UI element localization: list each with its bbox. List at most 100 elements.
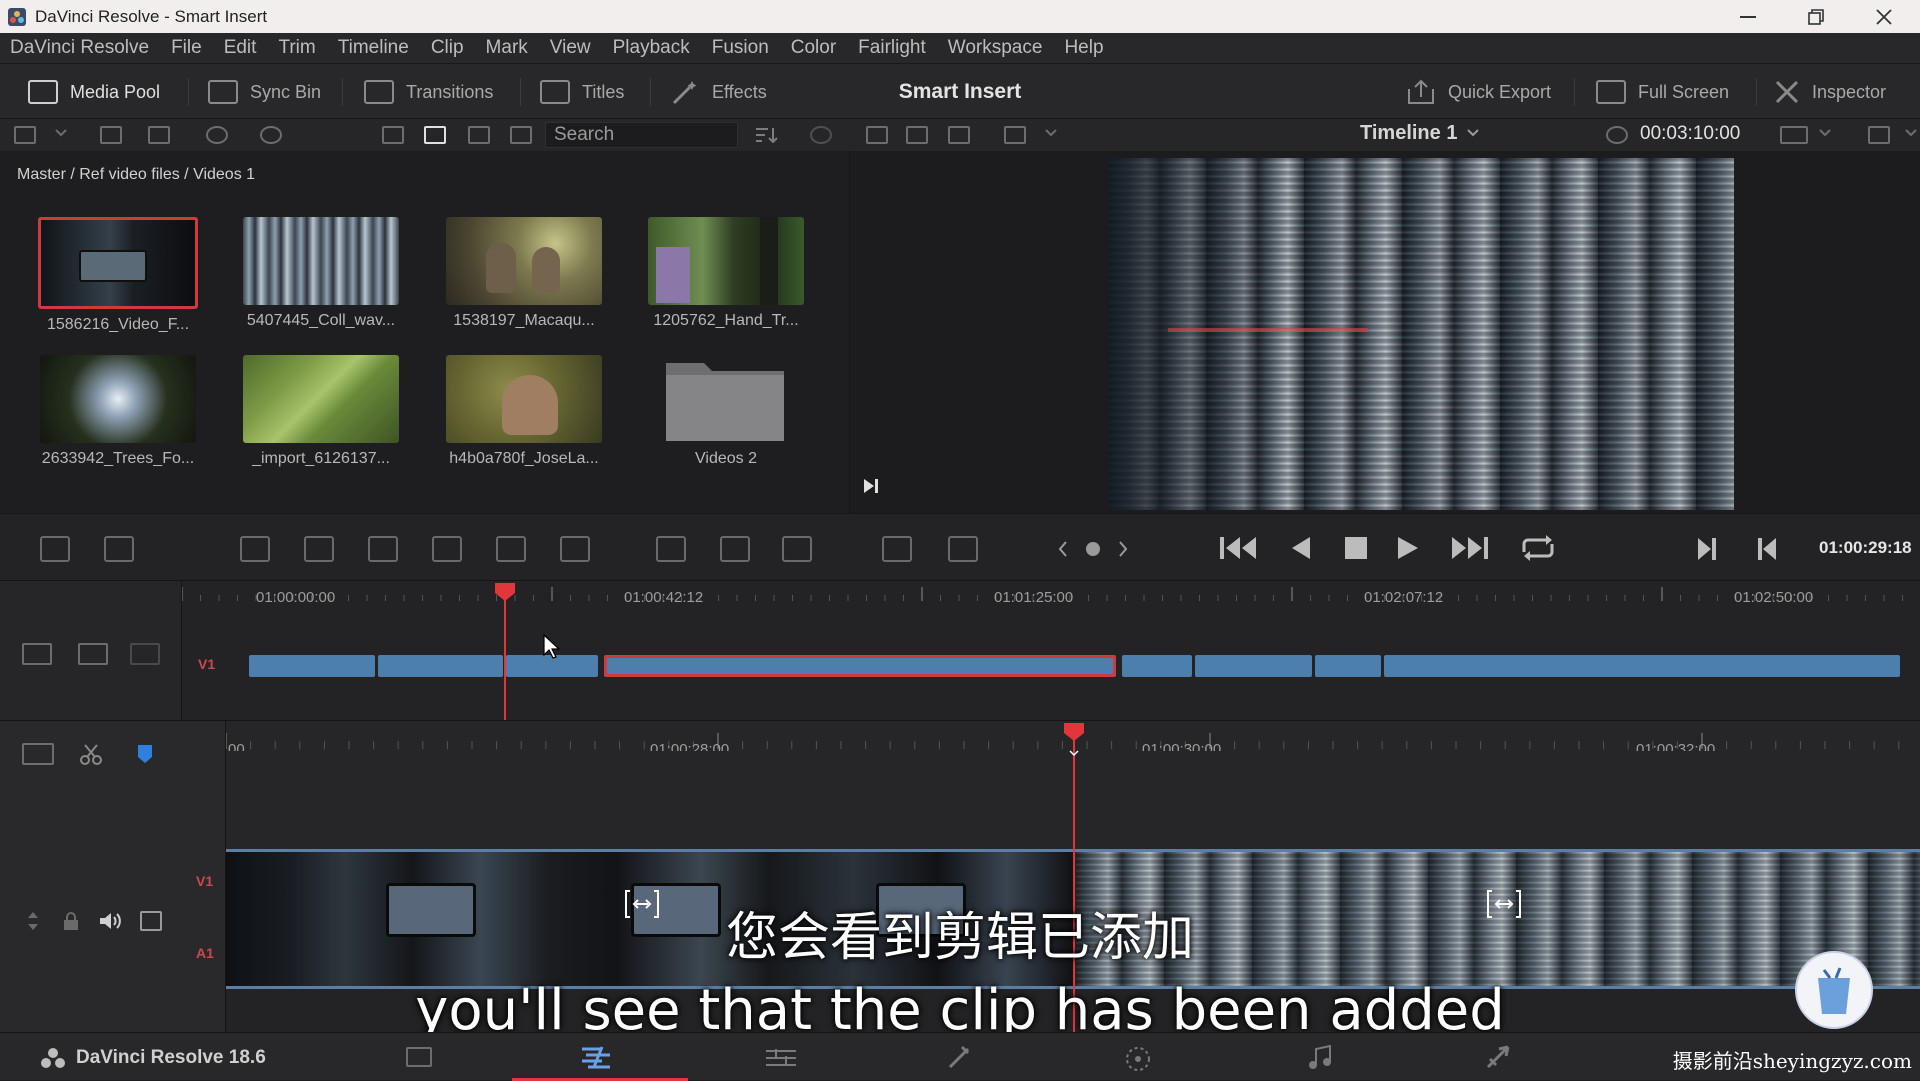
clip-thumbnail[interactable]: 2633942_Trees_Fo... bbox=[28, 355, 208, 468]
quick-export-button[interactable]: Quick Export bbox=[1406, 64, 1551, 120]
clip-thumbnail[interactable]: _import_6126137... bbox=[231, 355, 411, 468]
close-button[interactable] bbox=[1850, 0, 1918, 33]
loop-icon[interactable] bbox=[1518, 534, 1558, 562]
menu-fairlight[interactable]: Fairlight bbox=[847, 37, 937, 59]
menu-file[interactable]: File bbox=[160, 37, 213, 59]
metadata-view-icon[interactable] bbox=[382, 126, 404, 144]
transitions-button[interactable]: Transitions bbox=[364, 64, 493, 120]
upper-timeline-track[interactable]: 01:00:00:00 01:00:42:12 01:01:25:00 01:0… bbox=[182, 581, 1920, 720]
breadcrumb[interactable]: Master / Ref video files / Videos 1 bbox=[17, 166, 255, 184]
go-to-start-icon[interactable] bbox=[1218, 534, 1260, 562]
fairlight-page-icon[interactable] bbox=[1308, 1045, 1332, 1071]
menu-mark[interactable]: Mark bbox=[475, 37, 539, 59]
play-reverse-icon[interactable] bbox=[1290, 534, 1312, 562]
menu-help[interactable]: Help bbox=[1053, 37, 1114, 59]
sync-bin-button[interactable]: Sync Bin bbox=[208, 64, 321, 120]
clip-thumbnail[interactable]: h4b0a780f_JoseLa... bbox=[434, 355, 614, 468]
flag-marker-icon[interactable] bbox=[136, 743, 154, 765]
timeline-clip[interactable] bbox=[249, 655, 375, 677]
sort-icon[interactable] bbox=[754, 126, 778, 144]
fast-review-icon[interactable] bbox=[882, 536, 912, 562]
menu-playback[interactable]: Playback bbox=[602, 37, 701, 59]
minimize-button[interactable] bbox=[1714, 0, 1782, 33]
menu-trim[interactable]: Trim bbox=[267, 37, 326, 59]
split-clip-icon[interactable] bbox=[656, 536, 686, 562]
source-viewer-icon[interactable] bbox=[866, 126, 888, 144]
mark-in-prev-icon[interactable] bbox=[1756, 536, 1778, 562]
timeline-clip[interactable] bbox=[1384, 655, 1900, 677]
inserted-timeline-clip[interactable] bbox=[604, 655, 1116, 677]
folder-item[interactable]: Videos 2 bbox=[636, 355, 816, 468]
viewer-size-icon[interactable] bbox=[1004, 126, 1026, 144]
chevron-down-icon[interactable] bbox=[54, 126, 68, 144]
menu-fusion[interactable]: Fusion bbox=[701, 37, 780, 59]
cut-page-tab[interactable] bbox=[512, 1033, 688, 1081]
restore-button[interactable] bbox=[1782, 0, 1850, 33]
audio-track-icon[interactable] bbox=[104, 536, 134, 562]
edit-page-icon[interactable] bbox=[764, 1047, 798, 1069]
track-height-icon[interactable] bbox=[22, 643, 52, 665]
transform-icon[interactable] bbox=[1868, 126, 1890, 144]
go-to-end-icon[interactable] bbox=[1448, 534, 1490, 562]
close-up-icon[interactable] bbox=[432, 536, 462, 562]
chevron-down-icon[interactable] bbox=[1904, 126, 1918, 144]
source-overwrite-icon[interactable] bbox=[560, 536, 590, 562]
timeline-view-icon[interactable] bbox=[22, 743, 54, 765]
media-pool-button[interactable]: Media Pool bbox=[28, 64, 160, 120]
menu-timeline[interactable]: Timeline bbox=[327, 37, 420, 59]
menu-view[interactable]: View bbox=[539, 37, 602, 59]
thumbnail-view-icon[interactable] bbox=[424, 126, 446, 144]
chevron-down-icon[interactable] bbox=[1466, 126, 1480, 144]
menu-davinci-resolve[interactable]: DaVinci Resolve bbox=[0, 37, 160, 59]
clip-thumbnail[interactable]: 1586216_Video_F... bbox=[28, 217, 208, 334]
track-layout-icon[interactable] bbox=[130, 643, 160, 665]
filmstrip-view-icon[interactable] bbox=[468, 126, 490, 144]
picture-in-picture-icon[interactable] bbox=[720, 536, 750, 562]
place-on-top-icon[interactable] bbox=[496, 536, 526, 562]
full-screen-button[interactable]: Full Screen bbox=[1596, 64, 1729, 120]
panel-toggle-icon[interactable] bbox=[14, 126, 36, 144]
grid-view-icon[interactable] bbox=[948, 126, 970, 144]
mark-in-next-icon[interactable] bbox=[1696, 536, 1718, 562]
scissors-icon[interactable] bbox=[80, 743, 102, 765]
folder-icon[interactable] bbox=[148, 126, 170, 144]
safe-area-icon[interactable] bbox=[906, 126, 928, 144]
play-icon[interactable] bbox=[1396, 534, 1420, 562]
audio-waveform-icon[interactable] bbox=[782, 536, 812, 562]
audio-level-icon[interactable] bbox=[78, 643, 108, 665]
timeline-options-icon[interactable] bbox=[948, 536, 978, 562]
menu-color[interactable]: Color bbox=[780, 37, 847, 59]
next-frame-icon[interactable] bbox=[862, 477, 880, 495]
menu-edit[interactable]: Edit bbox=[213, 37, 268, 59]
search-input[interactable]: Search bbox=[545, 122, 738, 148]
fusion-page-icon[interactable] bbox=[946, 1045, 972, 1071]
timeline-clip[interactable] bbox=[1122, 655, 1192, 677]
effects-button[interactable]: Effects bbox=[670, 64, 767, 120]
ripple-overwrite-icon[interactable] bbox=[368, 536, 398, 562]
sync-icon[interactable] bbox=[206, 126, 228, 144]
jog-control-icon[interactable] bbox=[1058, 538, 1128, 560]
deliver-page-icon[interactable] bbox=[1484, 1045, 1512, 1071]
menu-workspace[interactable]: Workspace bbox=[937, 37, 1054, 59]
refresh-icon[interactable] bbox=[810, 126, 832, 144]
color-page-icon[interactable] bbox=[1124, 1045, 1152, 1073]
proxy-icon[interactable] bbox=[1780, 126, 1808, 144]
media-page-icon[interactable] bbox=[406, 1047, 432, 1067]
timeline-clip[interactable] bbox=[1195, 655, 1312, 677]
chevron-down-icon[interactable] bbox=[1818, 126, 1832, 144]
upper-playhead[interactable] bbox=[493, 581, 517, 720]
unlink-icon[interactable] bbox=[260, 126, 282, 144]
clip-thumbnail[interactable]: 1205762_Hand_Tr... bbox=[636, 217, 816, 330]
inspector-button[interactable]: Inspector bbox=[1774, 64, 1886, 120]
append-icon[interactable] bbox=[304, 536, 334, 562]
new-bin-icon[interactable] bbox=[100, 126, 122, 144]
list-view-icon[interactable] bbox=[510, 126, 532, 144]
menu-clip[interactable]: Clip bbox=[420, 37, 475, 59]
smart-insert-icon[interactable] bbox=[240, 536, 270, 562]
timeline-clip[interactable] bbox=[1315, 655, 1381, 677]
chevron-down-icon[interactable] bbox=[1044, 126, 1058, 144]
clip-thumbnail[interactable]: 1538197_Macaqu... bbox=[434, 217, 614, 330]
timeline-clip[interactable] bbox=[378, 655, 503, 677]
timeline-selector[interactable]: Timeline 1 bbox=[1360, 122, 1457, 145]
audio-track-icon[interactable] bbox=[40, 536, 70, 562]
